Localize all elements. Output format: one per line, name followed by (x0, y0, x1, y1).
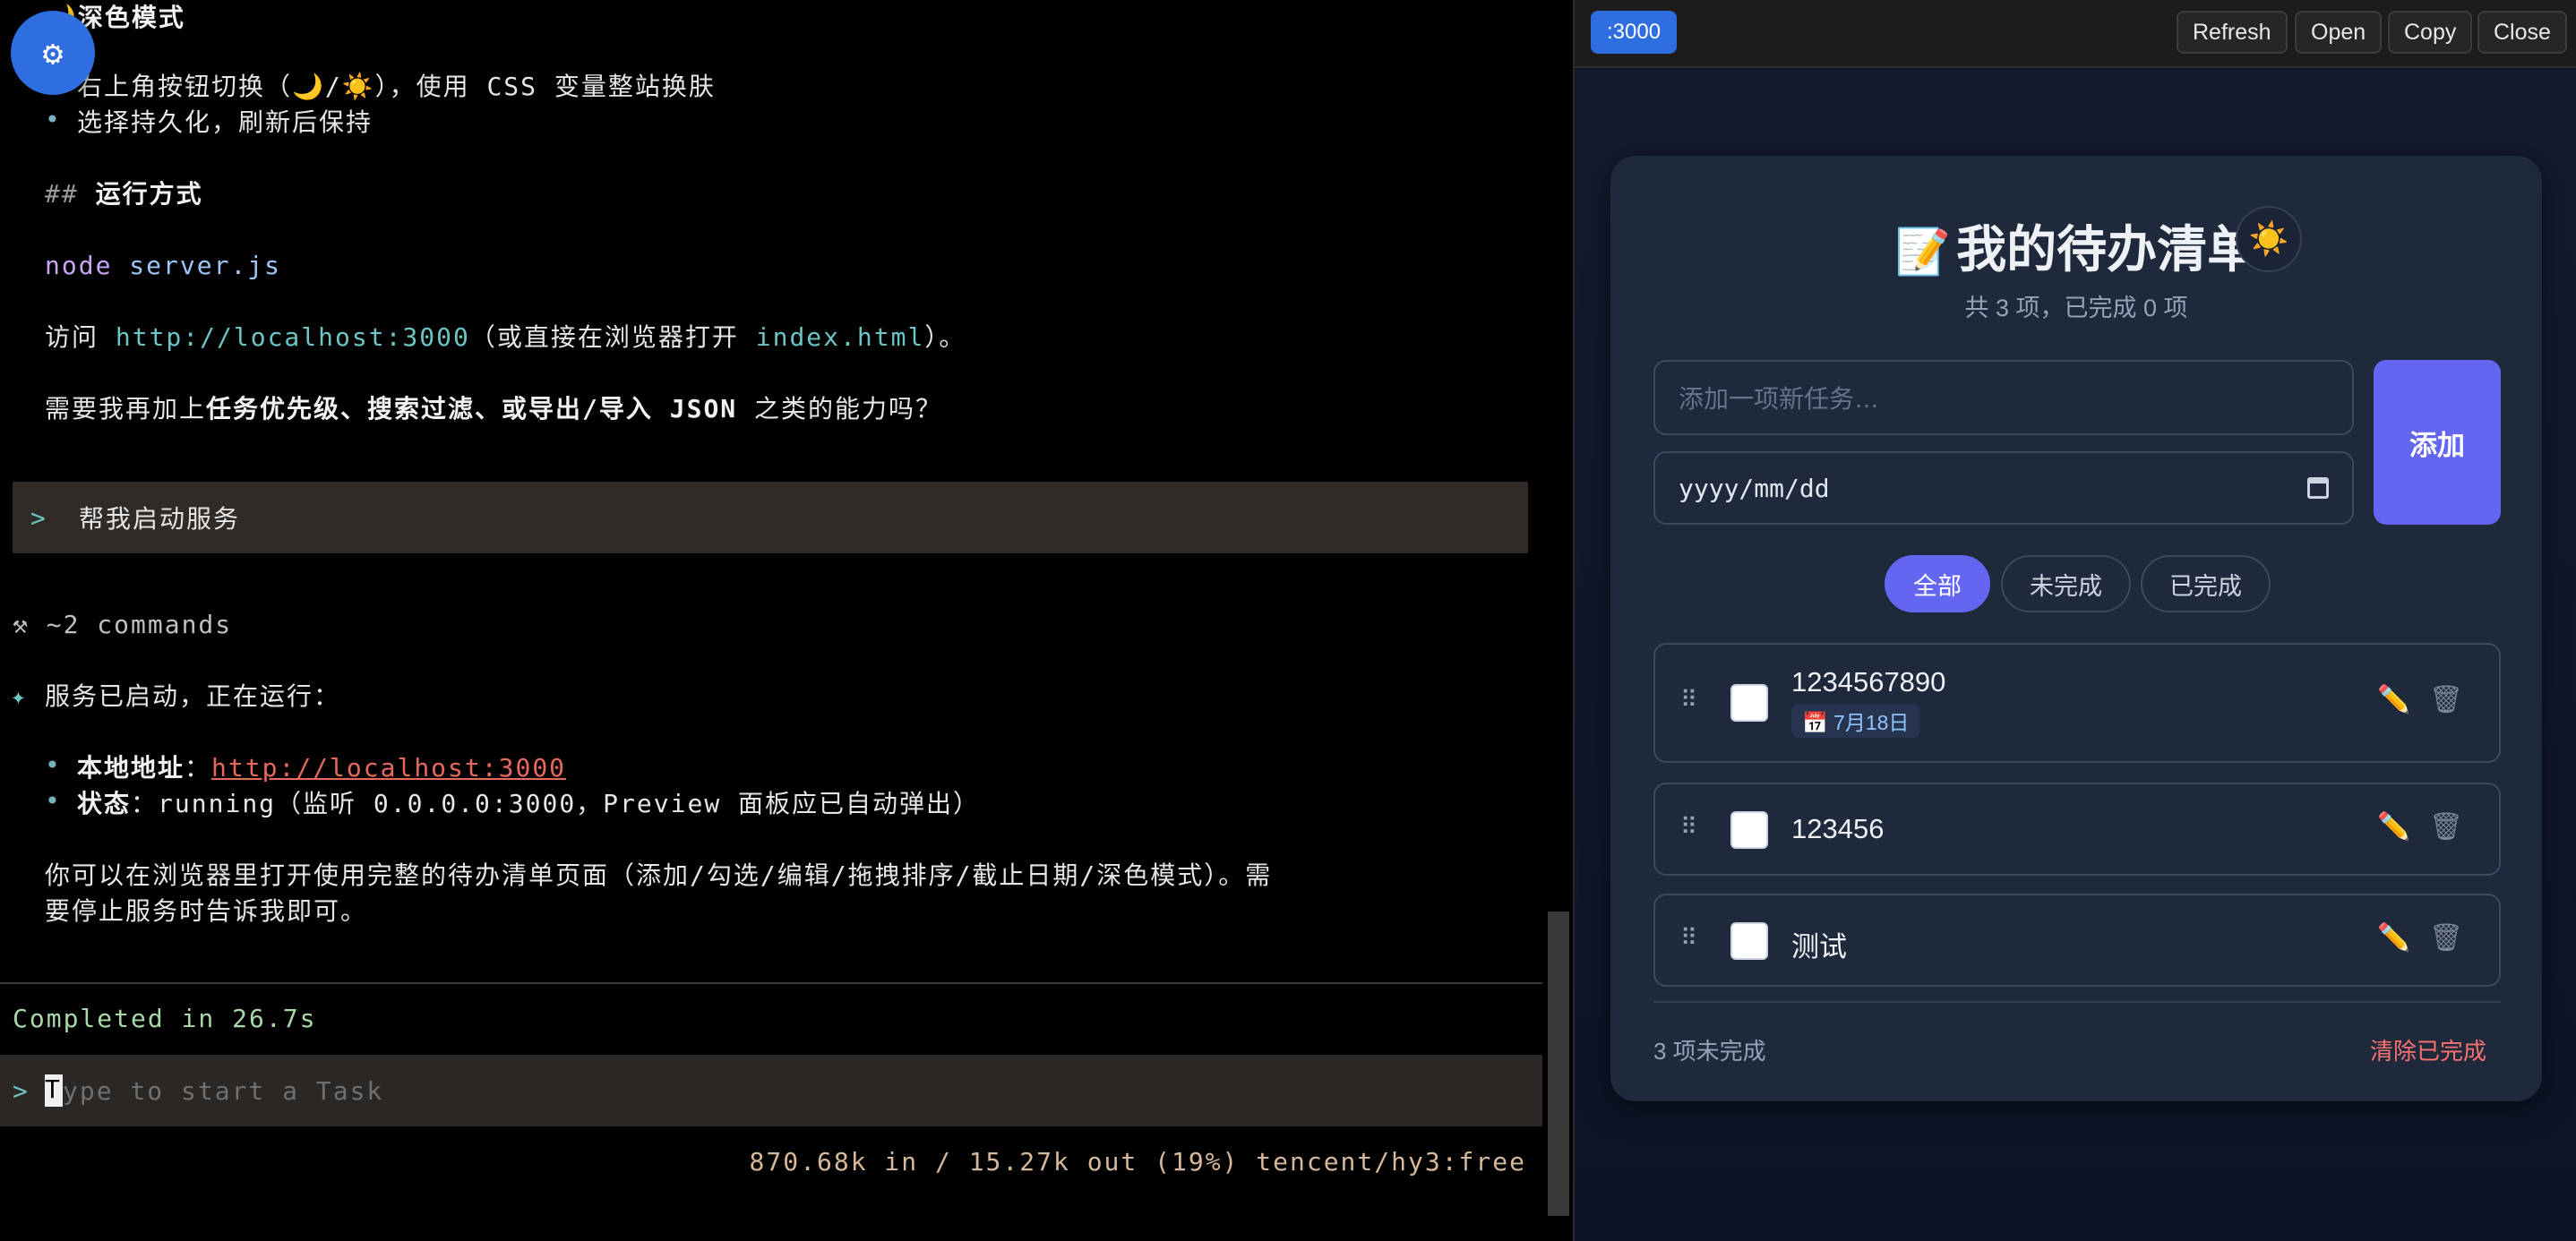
scrollbar-thumb[interactable] (1548, 911, 1569, 1216)
task-summary: 共 3 项，已完成 0 项 (1964, 295, 2188, 321)
question-bold: 任务优先级、搜索过滤、或导出/导入 JSON (206, 394, 738, 424)
prompt-arrow-icon: > (30, 502, 47, 533)
clear-completed-button[interactable]: 清除已完成 (2370, 1033, 2486, 1066)
visit-prefix: 访问 (45, 322, 116, 352)
sun-icon: ☀️ (2248, 220, 2289, 257)
preview-pane: :3000 Refresh Open Copy Close 📝 我的待办清单 ☀️… (1573, 0, 2576, 1241)
trash-icon[interactable]: 🗑 (2429, 684, 2463, 715)
status-value: running（监听 0.0.0.0:3000，Preview 面板应已自动弹出… (158, 789, 981, 818)
drag-handle-icon[interactable]: ⠿ (1680, 686, 1697, 714)
heading-marker: ## (45, 179, 79, 209)
input-arrow-icon: > (13, 1075, 30, 1106)
status-line-text: 状态：running（监听 0.0.0.0:3000，Preview 面板应已自… (77, 786, 980, 822)
preview-toolbar: :3000 Refresh Open Copy Close (1575, 0, 2576, 68)
copy-button[interactable]: Copy (2388, 11, 2473, 54)
theme-toggle-button[interactable]: ☀️ (2236, 206, 2302, 272)
visit-file: index.html (755, 322, 925, 352)
divider (1653, 1001, 2501, 1003)
calendar-icon[interactable] (2307, 477, 2329, 499)
filter-all[interactable]: 全部 (1885, 555, 1990, 612)
edit-icon[interactable]: ✏️ (2377, 811, 2410, 843)
close-button[interactable]: Close (2477, 11, 2567, 54)
open-button[interactable]: Open (2295, 11, 2383, 54)
paragraph-line-1: 你可以在浏览器里打开使用完整的待办清单页面（添加/勾选/编辑/拖拽排序/截止日期… (45, 860, 1273, 890)
question-prefix: 需要我再加上 (45, 394, 207, 424)
status-label: 状态 (77, 789, 132, 818)
filter-active[interactable]: 未完成 (2001, 555, 2131, 612)
service-started: 服务已启动，正在运行： (45, 681, 341, 711)
preview-body: 📝 我的待办清单 ☀️ 共 3 项，已完成 0 项 添加一项新任务… yyyy/m… (1575, 70, 2576, 1241)
sparkle-icon: ✦ (11, 681, 28, 711)
bullet: • (45, 786, 62, 816)
bullet-text-2: 选择持久化，刷新后保持 (77, 107, 374, 137)
date-placeholder: yyyy/mm/dd (1679, 473, 1830, 503)
todo-checkbox[interactable] (1730, 922, 1768, 960)
task-input-bar[interactable]: > T ype to start a Task (0, 1055, 1542, 1126)
question-suffix: 之类的能力吗？ (737, 394, 943, 424)
settings-button[interactable]: ⚙ (11, 11, 95, 95)
heading-text: 运行方式 (95, 179, 203, 209)
edit-icon[interactable]: ✏️ (2377, 684, 2410, 715)
paragraph-line-2: 要停止服务时告诉我即可。 (45, 896, 368, 926)
remaining-count: 3 项未完成 (1653, 1038, 1766, 1065)
drag-handle-icon[interactable]: ⠿ (1680, 813, 1697, 841)
cmd-file: server.js (129, 251, 282, 280)
cmd-node: node (45, 251, 113, 280)
trash-icon[interactable]: 🗑 (2429, 811, 2463, 843)
todo-item[interactable]: ⠿ 测试 ✏️ 🗑 (1653, 894, 2501, 987)
address-label: 本地地址 (77, 753, 185, 783)
terminal-pane: 🌙深色模式 • 右上角按钮切换（🌙/☀️），使用 CSS 变量整站换肤 • 选择… (0, 0, 1573, 1241)
due-date-input[interactable]: yyyy/mm/dd (1653, 451, 2354, 525)
question-line: 需要我再加上任务优先级、搜索过滤、或导出/导入 JSON 之类的能力吗？ (45, 391, 942, 427)
gear-icon: ⚙ (42, 33, 64, 73)
address-line: 本地地址：http://localhost:3000 (77, 750, 566, 786)
drag-handle-icon[interactable]: ⠿ (1680, 924, 1697, 952)
user-prompt-block: > 帮我启动服务 (13, 482, 1528, 553)
token-usage-status: 870.68k in / 15.27k out (19%) tencent/hy… (749, 1147, 1526, 1177)
completed-status: Completed in 26.7s (13, 1004, 317, 1033)
filter-done[interactable]: 已完成 (2141, 555, 2271, 612)
hammer-icon: ⚒ (13, 610, 30, 639)
address-sep: ： (185, 753, 212, 783)
text-cursor: T (45, 1074, 63, 1107)
todo-item[interactable]: ⠿ 123456 ✏️ 🗑 (1653, 783, 2501, 876)
bullet: • (45, 750, 62, 780)
visit-suffix: ）。 (924, 322, 966, 352)
tool-summary-text: ~2 commands (46, 610, 233, 639)
todo-item[interactable]: ⠿ 1234567890 📅 7月18日 ✏️ 🗑 (1653, 643, 2501, 763)
todo-card: 📝 我的待办清单 ☀️ 共 3 项，已完成 0 项 添加一项新任务… yyyy/m… (1610, 156, 2542, 1101)
visit-url[interactable]: http://localhost:3000 (116, 322, 470, 352)
add-button[interactable]: 添加 (2374, 360, 2501, 525)
bullet: • (45, 105, 62, 134)
status-sep: ： (131, 789, 159, 818)
tool-summary[interactable]: ⚒ ~2 commands (13, 607, 232, 643)
page-title-text: 我的待办清单 (1956, 221, 2258, 278)
todo-checkbox[interactable] (1730, 811, 1768, 849)
todo-text[interactable]: 测试 (1791, 924, 1847, 964)
task-input-placeholder: ype to start a Task (63, 1075, 384, 1106)
todo-text[interactable]: 123456 (1791, 813, 1884, 845)
port-badge[interactable]: :3000 (1591, 11, 1678, 54)
new-task-input[interactable]: 添加一项新任务… (1653, 360, 2354, 435)
todo-text[interactable]: 1234567890 (1791, 666, 1945, 698)
address-link[interactable]: http://localhost:3000 (211, 753, 566, 783)
due-date-badge: 📅 7月18日 (1791, 704, 1920, 738)
memo-icon: 📝 (1894, 227, 1952, 277)
user-prompt-text: 帮我启动服务 (79, 504, 241, 534)
visit-mid: （或直接在浏览器打开 (469, 322, 756, 352)
page-title: 📝 我的待办清单 (1610, 210, 2542, 282)
visit-line: 访问 http://localhost:3000（或直接在浏览器打开 index… (45, 320, 966, 355)
edit-icon[interactable]: ✏️ (2377, 922, 2410, 954)
divider (0, 982, 1542, 984)
refresh-button[interactable]: Refresh (2177, 11, 2288, 54)
bullet-text-1: 右上角按钮切换（🌙/☀️），使用 CSS 变量整站换肤 (77, 72, 716, 101)
run-command: node server.js (45, 248, 281, 284)
section-heading-run: ## 运行方式 (45, 176, 203, 212)
trash-icon[interactable]: 🗑 (2429, 922, 2463, 954)
todo-checkbox[interactable] (1730, 684, 1768, 722)
